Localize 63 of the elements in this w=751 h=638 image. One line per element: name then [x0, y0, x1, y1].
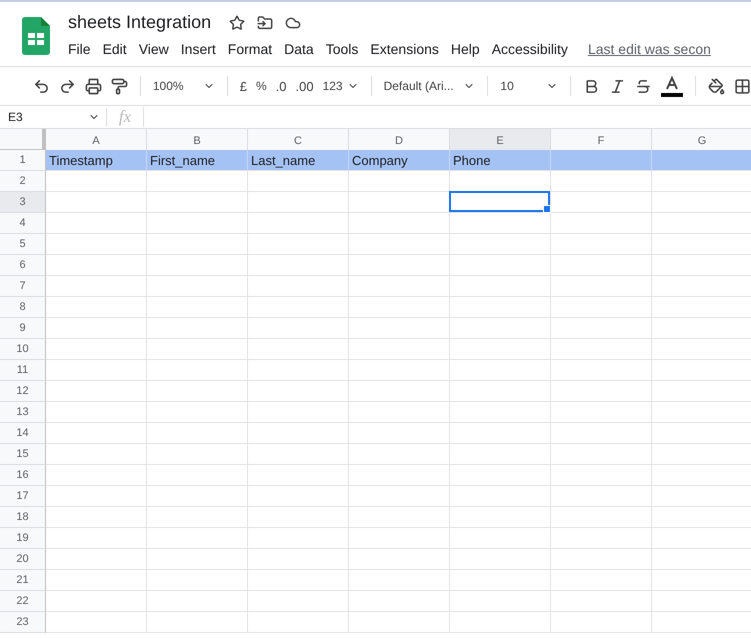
- table-cell: Timestamp: [46, 150, 147, 171]
- row-header[interactable]: 5: [0, 234, 46, 255]
- menu-item[interactable]: Help: [444, 39, 486, 59]
- table-cell: Company: [349, 150, 450, 171]
- font-dropdown[interactable]: Default (Ari...: [384, 79, 476, 93]
- move-folder-icon[interactable]: [257, 14, 274, 30]
- row-header[interactable]: 10: [0, 339, 46, 360]
- decrease-decimals-button[interactable]: .0: [276, 78, 286, 94]
- row-header[interactable]: 19: [0, 528, 46, 549]
- number-format-dropdown[interactable]: 123: [322, 79, 359, 93]
- row-header[interactable]: 12: [0, 381, 46, 402]
- table-cell: First_name: [147, 150, 248, 171]
- row-header[interactable]: 6: [0, 255, 46, 276]
- row-header[interactable]: 8: [0, 297, 46, 318]
- fill-color-icon[interactable]: [708, 78, 726, 94]
- menu-item[interactable]: Edit: [96, 39, 133, 59]
- last-edit-link[interactable]: Last edit was secon: [588, 41, 711, 57]
- increase-decimals-button[interactable]: .00: [295, 78, 314, 94]
- fill-handle[interactable]: [543, 205, 551, 213]
- menu-item[interactable]: Format: [222, 39, 278, 59]
- menu-item[interactable]: Accessibility: [486, 39, 574, 59]
- menu-item[interactable]: Data: [278, 39, 320, 59]
- menu-item[interactable]: Extensions: [364, 39, 445, 59]
- document-title[interactable]: sheets Integration: [68, 12, 212, 33]
- row-header[interactable]: 23: [0, 612, 46, 633]
- paint-format-icon[interactable]: [110, 78, 128, 94]
- table-cell: Phone: [450, 150, 551, 171]
- cloud-icon[interactable]: [285, 14, 302, 30]
- row-header[interactable]: 21: [0, 570, 46, 591]
- menu-item[interactable]: File: [62, 39, 97, 59]
- table-cell: Last_name: [248, 150, 349, 171]
- strikethrough-icon[interactable]: [635, 78, 652, 94]
- redo-icon[interactable]: [58, 78, 76, 94]
- row-header[interactable]: 16: [0, 465, 46, 486]
- borders-icon[interactable]: [734, 78, 751, 94]
- row-header[interactable]: 4: [0, 213, 46, 234]
- row-header[interactable]: 9: [0, 318, 46, 339]
- percent-format-button[interactable]: %: [256, 79, 267, 93]
- undo-icon[interactable]: [33, 78, 50, 94]
- row-header[interactable]: 3: [0, 192, 46, 213]
- menu-item[interactable]: Tools: [320, 39, 364, 59]
- row-header[interactable]: 11: [0, 360, 46, 381]
- zoom-dropdown[interactable]: 100%: [152, 79, 215, 93]
- spreadsheet-logo-icon[interactable]: [22, 17, 50, 55]
- row-header[interactable]: 1: [0, 150, 46, 171]
- menu-item[interactable]: View: [132, 39, 175, 59]
- row-header[interactable]: 2: [0, 171, 46, 192]
- row-header[interactable]: 15: [0, 444, 46, 465]
- row-header[interactable]: 22: [0, 591, 46, 612]
- currency-format-button[interactable]: £: [240, 78, 247, 94]
- star-icon[interactable]: [229, 14, 246, 30]
- function-label: fx: [107, 107, 144, 127]
- row-header[interactable]: 20: [0, 549, 46, 570]
- name-box[interactable]: E3: [0, 108, 107, 126]
- row-header[interactable]: 18: [0, 507, 46, 528]
- text-color-icon[interactable]: [661, 75, 684, 97]
- menu-item[interactable]: Insert: [174, 39, 222, 59]
- row-header[interactable]: 14: [0, 423, 46, 444]
- row-header[interactable]: 17: [0, 486, 46, 507]
- font-size-dropdown[interactable]: 10: [500, 79, 558, 93]
- row-header[interactable]: 13: [0, 402, 46, 423]
- print-icon[interactable]: [84, 78, 102, 94]
- row-header[interactable]: 7: [0, 276, 46, 297]
